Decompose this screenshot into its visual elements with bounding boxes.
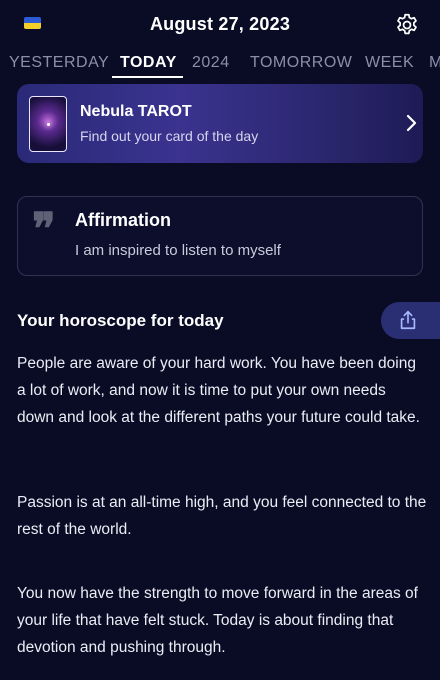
tab-today[interactable]: TODAY [120, 54, 177, 72]
tarot-card-image [29, 96, 67, 152]
affirmation-text: I am inspired to listen to myself [75, 242, 281, 259]
tarot-title: Nebula TAROT [80, 103, 192, 120]
horoscope-heading: Your horoscope for today [17, 311, 224, 330]
top-bar: August 27, 2023 [0, 0, 440, 50]
horoscope-paragraph: People are aware of your hard work. You … [17, 355, 420, 426]
nebula-tarot-card[interactable]: Nebula TAROT Find out your card of the d… [17, 84, 423, 163]
gear-icon[interactable] [394, 12, 420, 38]
horoscope-paragraph: You now have the strength to move forwar… [17, 585, 418, 656]
share-icon [400, 310, 416, 330]
horoscope-screen: August 27, 2023 YESTERDAY TODAY 2024 TOM… [0, 0, 440, 680]
share-button[interactable] [381, 302, 440, 339]
quote-icon: ❞ [32, 204, 56, 255]
tab-week[interactable]: WEEK [365, 54, 414, 72]
tab-month-partial[interactable]: M [429, 54, 440, 72]
tab-yesterday[interactable]: YESTERDAY [9, 54, 109, 72]
active-tab-indicator [112, 76, 183, 78]
chevron-right-icon [406, 114, 417, 132]
tab-2024[interactable]: 2024 [192, 54, 230, 72]
affirmation-title: Affirmation [75, 210, 171, 230]
horoscope-paragraph: Passion is at an all-time high, and you … [17, 494, 427, 538]
affirmation-card: ❞ Affirmation I am inspired to listen to… [17, 196, 423, 276]
tab-tomorrow[interactable]: TOMORROW [250, 54, 352, 72]
period-tabs: YESTERDAY TODAY 2024 TOMORROW WEEK M [0, 50, 440, 80]
page-title: August 27, 2023 [149, 14, 291, 34]
tarot-subtitle: Find out your card of the day [80, 128, 259, 144]
